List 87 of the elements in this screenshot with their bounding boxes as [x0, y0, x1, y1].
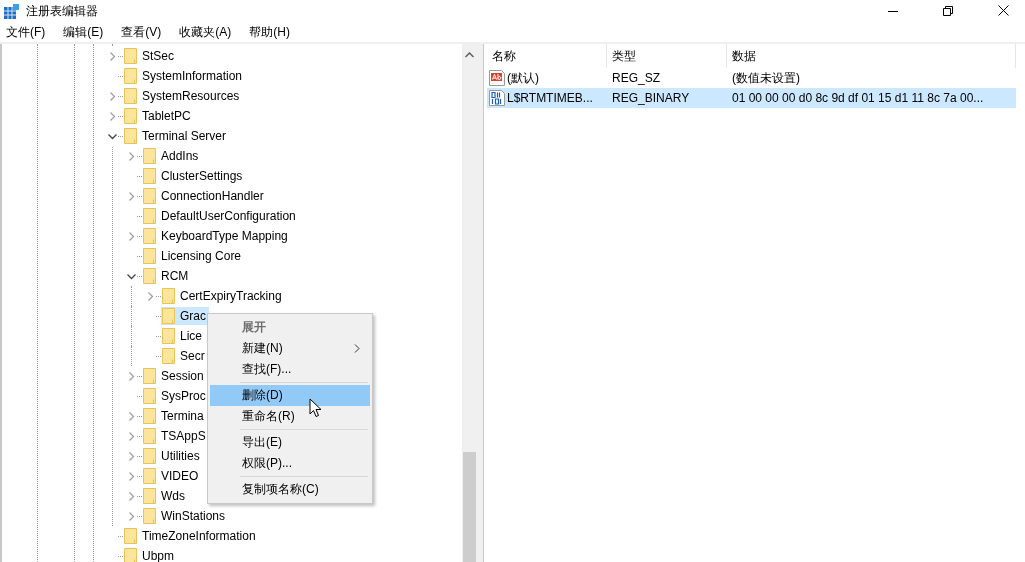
tree-item[interactable]: ClusterSettings — [142, 167, 246, 185]
folder-icon — [143, 448, 157, 464]
registry-icon — [4, 4, 19, 19]
context-menu-item[interactable]: 导出(E) — [210, 432, 370, 453]
value-name: (默认) — [507, 69, 539, 87]
context-menu-item[interactable]: 权限(P)... — [210, 453, 370, 474]
chevron-icon[interactable] — [107, 131, 117, 141]
folder-icon — [143, 268, 157, 284]
scroll-up-icon[interactable] — [465, 52, 474, 58]
folder-icon — [124, 108, 138, 124]
tree-item[interactable]: TabletPC — [123, 107, 194, 125]
tree-item[interactable]: SystemInformation — [123, 67, 246, 85]
tree-item[interactable]: Session — [142, 367, 207, 385]
folder-icon — [162, 308, 176, 324]
tree-item[interactable]: Wds — [142, 487, 188, 505]
cursor-icon — [309, 398, 323, 418]
tree-item[interactable]: Licensing Core — [142, 247, 245, 265]
tree-item[interactable]: Secr — [161, 347, 208, 365]
tree-item[interactable]: TimeZoneInformation — [123, 527, 259, 545]
tree-item[interactable]: AddIns — [142, 147, 202, 165]
folder-icon — [143, 508, 157, 524]
context-menu-item[interactable]: 重命名(R) — [210, 406, 370, 427]
value-data: 01 00 00 00 d0 8c 9d df 01 15 d1 11 8c 7a 00... — [731, 91, 985, 105]
column-header[interactable]: 类型 — [607, 44, 727, 68]
value-name: L$RTMTIMEB... — [507, 91, 593, 105]
folder-icon — [143, 148, 157, 164]
folder-icon — [124, 128, 138, 144]
tree-item[interactable]: CertExpiryTracking — [161, 287, 285, 305]
folder-icon — [162, 348, 176, 364]
folder-icon — [143, 428, 157, 444]
column-header[interactable]: 数据 — [727, 44, 1016, 68]
tree-item[interactable]: VIDEO — [142, 467, 202, 485]
folder-icon — [143, 368, 157, 384]
string-value-icon — [489, 70, 505, 86]
tree-item[interactable]: Terminal Server — [123, 127, 230, 145]
close-icon[interactable] — [998, 5, 1009, 16]
context-menu-item[interactable]: 复制项名称(C) — [210, 479, 370, 500]
chevron-icon[interactable] — [126, 271, 136, 281]
folder-icon — [143, 228, 157, 244]
menu-item[interactable]: 帮助(H) — [247, 24, 292, 41]
folder-icon — [143, 468, 157, 484]
menu-item[interactable]: 收藏夹(A) — [177, 24, 234, 41]
folder-icon — [143, 488, 157, 504]
folder-icon — [143, 388, 157, 404]
folder-icon — [124, 48, 138, 64]
window-title: 注册表编辑器 — [26, 3, 98, 20]
column-header[interactable]: 名称 — [487, 44, 607, 68]
folder-icon — [143, 188, 157, 204]
value-data: (数值未设置) — [731, 69, 801, 87]
folder-icon — [124, 88, 138, 104]
folder-icon — [162, 288, 176, 304]
folder-icon — [124, 548, 138, 562]
value-type: REG_SZ — [611, 71, 661, 85]
context-menu-item[interactable]: 删除(D) — [210, 385, 370, 406]
folder-icon — [143, 408, 157, 424]
tree-item[interactable]: StSec — [123, 47, 177, 65]
scrollbar-thumb[interactable] — [463, 452, 476, 562]
folder-icon — [143, 168, 157, 184]
folder-icon — [143, 208, 157, 224]
folder-icon — [162, 328, 176, 344]
context-menu-item[interactable]: 查找(F)... — [210, 359, 370, 380]
context-menu-item[interactable]: 新建(N) — [210, 338, 370, 359]
tree-item[interactable]: ConnectionHandler — [142, 187, 267, 205]
tree-item[interactable]: Ubpm — [123, 547, 177, 562]
tree-item[interactable]: RCM — [142, 267, 192, 285]
menu-item[interactable]: 文件(F) — [4, 24, 48, 41]
folder-icon — [124, 68, 138, 84]
tree-item[interactable]: SysProc — [142, 387, 209, 405]
menu-item[interactable]: 编辑(E) — [61, 24, 106, 41]
tree-item[interactable]: TSAppS — [142, 427, 209, 445]
menu-item[interactable]: 查看(V) — [119, 24, 164, 41]
tree-item[interactable]: WinStations — [142, 507, 229, 525]
folder-icon — [124, 528, 138, 544]
scrollbar[interactable] — [462, 44, 477, 562]
binary-value-icon — [489, 90, 505, 106]
value-row[interactable]: (默认) REG_SZ (数值未设置) — [487, 68, 1016, 88]
tree-item[interactable]: Utilities — [142, 447, 203, 465]
folder-icon — [143, 248, 157, 264]
value-row[interactable]: L$RTMTIMEB... REG_BINARY 01 00 00 00 d0 8c 9d df 01 15 d1 11 8c 7a 00... — [487, 88, 1016, 108]
tree-item[interactable]: DefaultUserConfiguration — [142, 207, 299, 225]
tree-item[interactable]: Termina — [142, 407, 207, 425]
value-type: REG_BINARY — [611, 91, 691, 105]
tree-item[interactable]: SystemResources — [123, 87, 243, 105]
tree-item[interactable]: KeyboardType Mapping — [142, 227, 291, 245]
tree-item[interactable]: Grac — [161, 307, 209, 325]
maximize-icon[interactable] — [943, 5, 953, 16]
tree-item[interactable]: Lice — [161, 327, 205, 345]
